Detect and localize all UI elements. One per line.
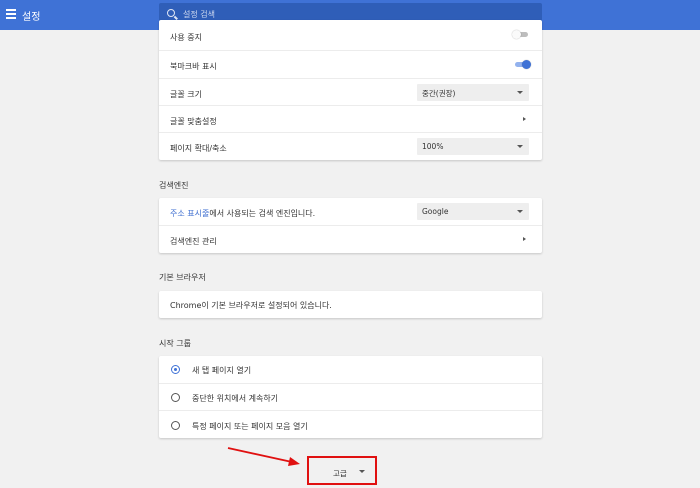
annotation-arrow: [227, 447, 300, 466]
chevron-down-icon: [359, 470, 365, 473]
advanced-button[interactable]: 고급: [307, 456, 377, 485]
advanced-label: 고급: [333, 469, 347, 478]
